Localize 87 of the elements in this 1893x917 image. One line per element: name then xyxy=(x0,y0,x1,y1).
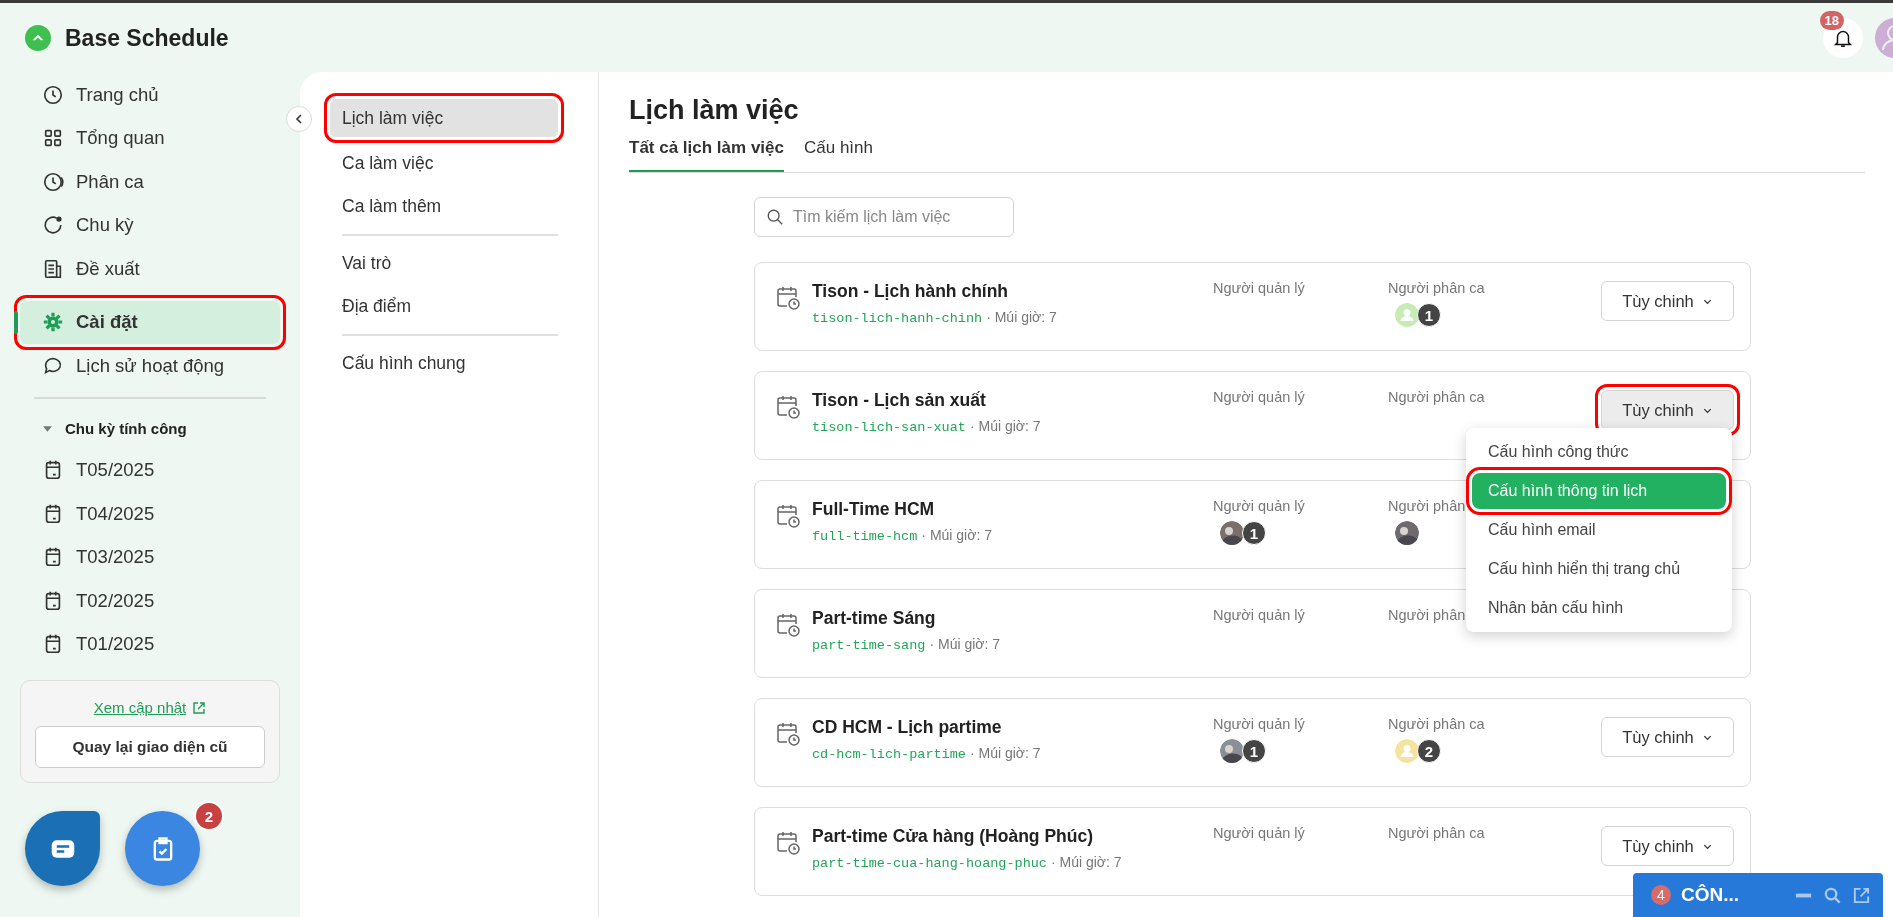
schedule-slug: full-time-hcm xyxy=(812,529,918,544)
caret-icon xyxy=(42,423,53,434)
timezone-text: · Múi giờ: 7 xyxy=(969,418,1041,434)
period-item[interactable]: T03/2025 xyxy=(20,535,280,579)
external-link-icon xyxy=(192,700,207,715)
menu-item[interactable]: Cấu hình email xyxy=(1472,512,1726,548)
timezone-text: · Múi giờ: 7 xyxy=(986,309,1057,325)
period-item[interactable]: T02/2025 xyxy=(20,579,280,623)
notification-badge: 18 xyxy=(1819,11,1844,30)
task-button[interactable] xyxy=(125,811,200,886)
schedule-slug: tison-lich-san-xuat xyxy=(812,420,966,435)
page-title: Lịch làm việc xyxy=(629,95,800,126)
count-badge: 1 xyxy=(1242,739,1266,763)
settings-menu-item[interactable]: Địa điểm xyxy=(330,285,558,328)
period-item[interactable]: T05/2025 xyxy=(20,448,280,492)
count-badge: 1 xyxy=(1417,303,1441,327)
settings-icon xyxy=(42,311,64,334)
customize-button[interactable]: Tùy chinh xyxy=(1601,717,1734,757)
customize-button[interactable]: Tùy chinh xyxy=(1601,826,1734,866)
column-label: Người phân xyxy=(1388,607,1466,623)
column-label: Người phân ca xyxy=(1388,280,1485,296)
calendar-clock-icon xyxy=(775,394,801,420)
settings-menu-item[interactable]: Ca làm thêm xyxy=(330,185,558,228)
sidebar-item[interactable]: Phân ca xyxy=(20,160,280,204)
schedule-slug: tison-lich-hanh-chinh xyxy=(812,311,983,326)
column-label: Người quản lý xyxy=(1213,825,1305,841)
calendar-clock-icon xyxy=(775,612,801,638)
schedule-slug: part-time-cua-hang-hoang-phuc xyxy=(812,856,1047,871)
external-link-icon[interactable] xyxy=(1852,885,1871,905)
schedule-name: Part-time Sáng xyxy=(812,608,937,629)
search-icon[interactable] xyxy=(1823,885,1842,905)
section-header[interactable]: Chu kỳ tính công xyxy=(14,408,286,449)
menu-item[interactable]: Cấu hình hiển thị trang chủ xyxy=(1472,551,1726,587)
timezone-text: · Múi giờ: 7 xyxy=(929,636,1001,652)
menu-item[interactable]: Nhân bản cấu hình xyxy=(1472,590,1726,626)
notification-button[interactable] xyxy=(1823,17,1863,58)
settings-menu-item[interactable]: Ca làm việc xyxy=(330,142,558,185)
calendar-clock-icon xyxy=(775,503,801,529)
tab[interactable]: Tất cả lịch làm việc xyxy=(629,136,784,172)
column-label: Người phân ca xyxy=(1388,389,1485,405)
menu-item[interactable]: Cấu hình công thức xyxy=(1472,434,1726,470)
sidebar-item[interactable]: Tổng quan xyxy=(20,116,280,160)
column-label: Người phân xyxy=(1388,498,1466,514)
sidebar-item[interactable]: Trang chủ xyxy=(20,73,280,117)
tab[interactable]: Cấu hình xyxy=(803,136,873,172)
sidebar-item[interactable]: Lịch sử hoạt động xyxy=(20,344,280,388)
column-label: Người quản lý xyxy=(1213,280,1305,296)
chat-title: CÔN... xyxy=(1681,884,1741,906)
customize-button[interactable]: Tùy chinh xyxy=(1601,281,1734,321)
search-field[interactable]: Tìm kiếm lịch làm việc xyxy=(754,197,1014,237)
schedule-slug: cd-hcm-lich-partime xyxy=(812,747,966,762)
sidebar-item[interactable]: Đề xuất xyxy=(20,247,280,291)
period-item[interactable]: T01/2025 xyxy=(20,622,280,666)
calendar-clock-icon xyxy=(775,721,801,747)
calendar-clock-icon xyxy=(775,285,801,311)
sidebar-item[interactable]: Chu kỳ xyxy=(20,203,280,247)
chat-button[interactable] xyxy=(25,811,100,886)
column-label: Người quản lý xyxy=(1213,716,1305,732)
chat-badge: 4 xyxy=(1651,885,1671,905)
settings-menu-item[interactable]: Cấu hình chung xyxy=(330,342,558,385)
count-badge: 1 xyxy=(1242,521,1266,545)
task-badge: 2 xyxy=(194,801,224,831)
schedule-name: Tison - Lịch sản xuất xyxy=(812,390,987,411)
timezone-text: · Múi giờ: 7 xyxy=(969,745,1041,761)
column-label: Người quản lý xyxy=(1213,389,1305,405)
timezone-text: · Múi giờ: 7 xyxy=(921,527,992,543)
settings-menu-item[interactable]: Vai trò xyxy=(330,242,558,285)
count-badge: 2 xyxy=(1417,739,1441,763)
app-name: Base Schedule xyxy=(65,24,229,52)
schedule-name: Tison - Lịch hành chính xyxy=(812,281,1010,302)
column-label: Người phân ca xyxy=(1388,825,1485,841)
chat-widget[interactable]: 4 CÔN... xyxy=(1633,873,1883,917)
period-item[interactable]: T04/2025 xyxy=(20,492,280,536)
column-label: Người phân ca xyxy=(1388,716,1485,732)
schedule-name: CD HCM - Lịch partime xyxy=(812,717,1003,738)
back-button[interactable]: Quay lại giao diện cũ xyxy=(35,726,265,768)
collapse-button[interactable] xyxy=(286,106,312,132)
timezone-text: · Múi giờ: 7 xyxy=(1050,854,1122,870)
column-label: Người quản lý xyxy=(1213,607,1305,623)
chevron-left-icon xyxy=(293,113,305,125)
schedule-slug: part-time-sang xyxy=(812,638,926,653)
calendar-clock-icon xyxy=(775,830,801,856)
logo-icon xyxy=(25,25,51,51)
schedule-name: Part-time Cửa hàng (Hoàng Phúc) xyxy=(812,826,1095,847)
schedule-name: Full-Time HCM xyxy=(812,499,936,520)
document-icon xyxy=(42,257,64,280)
column-label: Người quản lý xyxy=(1213,498,1305,514)
